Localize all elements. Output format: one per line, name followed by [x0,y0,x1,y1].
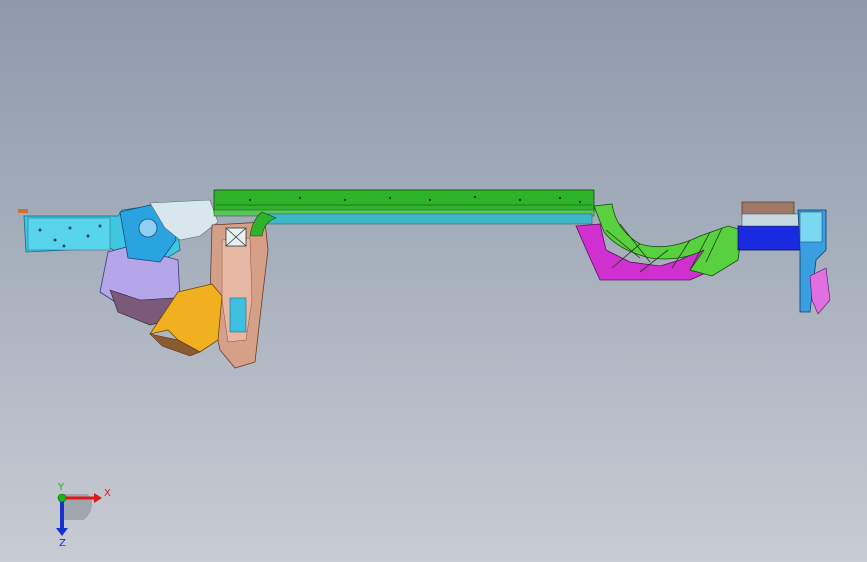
z-axis-arrow [56,528,68,536]
x-axis-label: X [104,488,111,499]
rear-bracket-plate [799,211,823,243]
z-axis-label: Z [59,538,66,549]
front-stud [18,209,28,213]
sill-inner-strip [261,213,593,225]
orientation-triad: X Y Z [56,482,111,549]
pillar-inset [229,297,247,333]
rear-top-frame [741,213,801,227]
x-axis-arrow [94,493,102,503]
front-rail-plate [27,217,111,251]
rear-bracket-foot [809,267,831,315]
rear-block[interactable] [737,225,801,251]
y-axis-label: Y [57,482,65,493]
cad-assembly-model[interactable] [0,0,867,562]
y-axis-dot [57,493,67,503]
tower-hole [138,218,158,238]
sill-beam[interactable] [213,189,595,213]
graphics-viewport[interactable]: X Y Z [0,0,867,562]
